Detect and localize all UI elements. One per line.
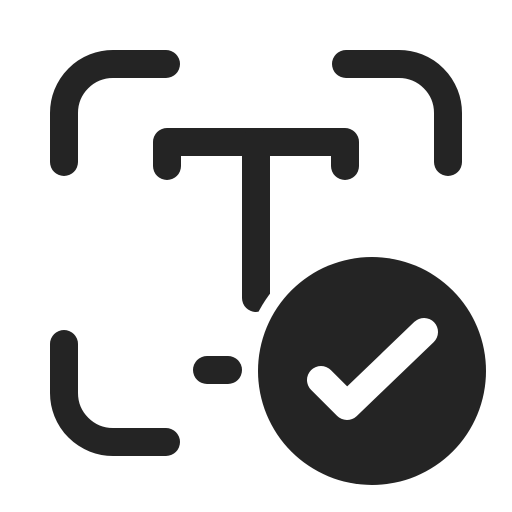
- frame-corner-bottom-left: [50, 330, 180, 456]
- checkmark-circle-icon: [258, 257, 486, 485]
- icon-canvas: [0, 0, 512, 512]
- frame-corner-top-right: [332, 50, 462, 176]
- text-scan-check-icon: [50, 50, 500, 499]
- frame-corner-top-left: [50, 50, 180, 176]
